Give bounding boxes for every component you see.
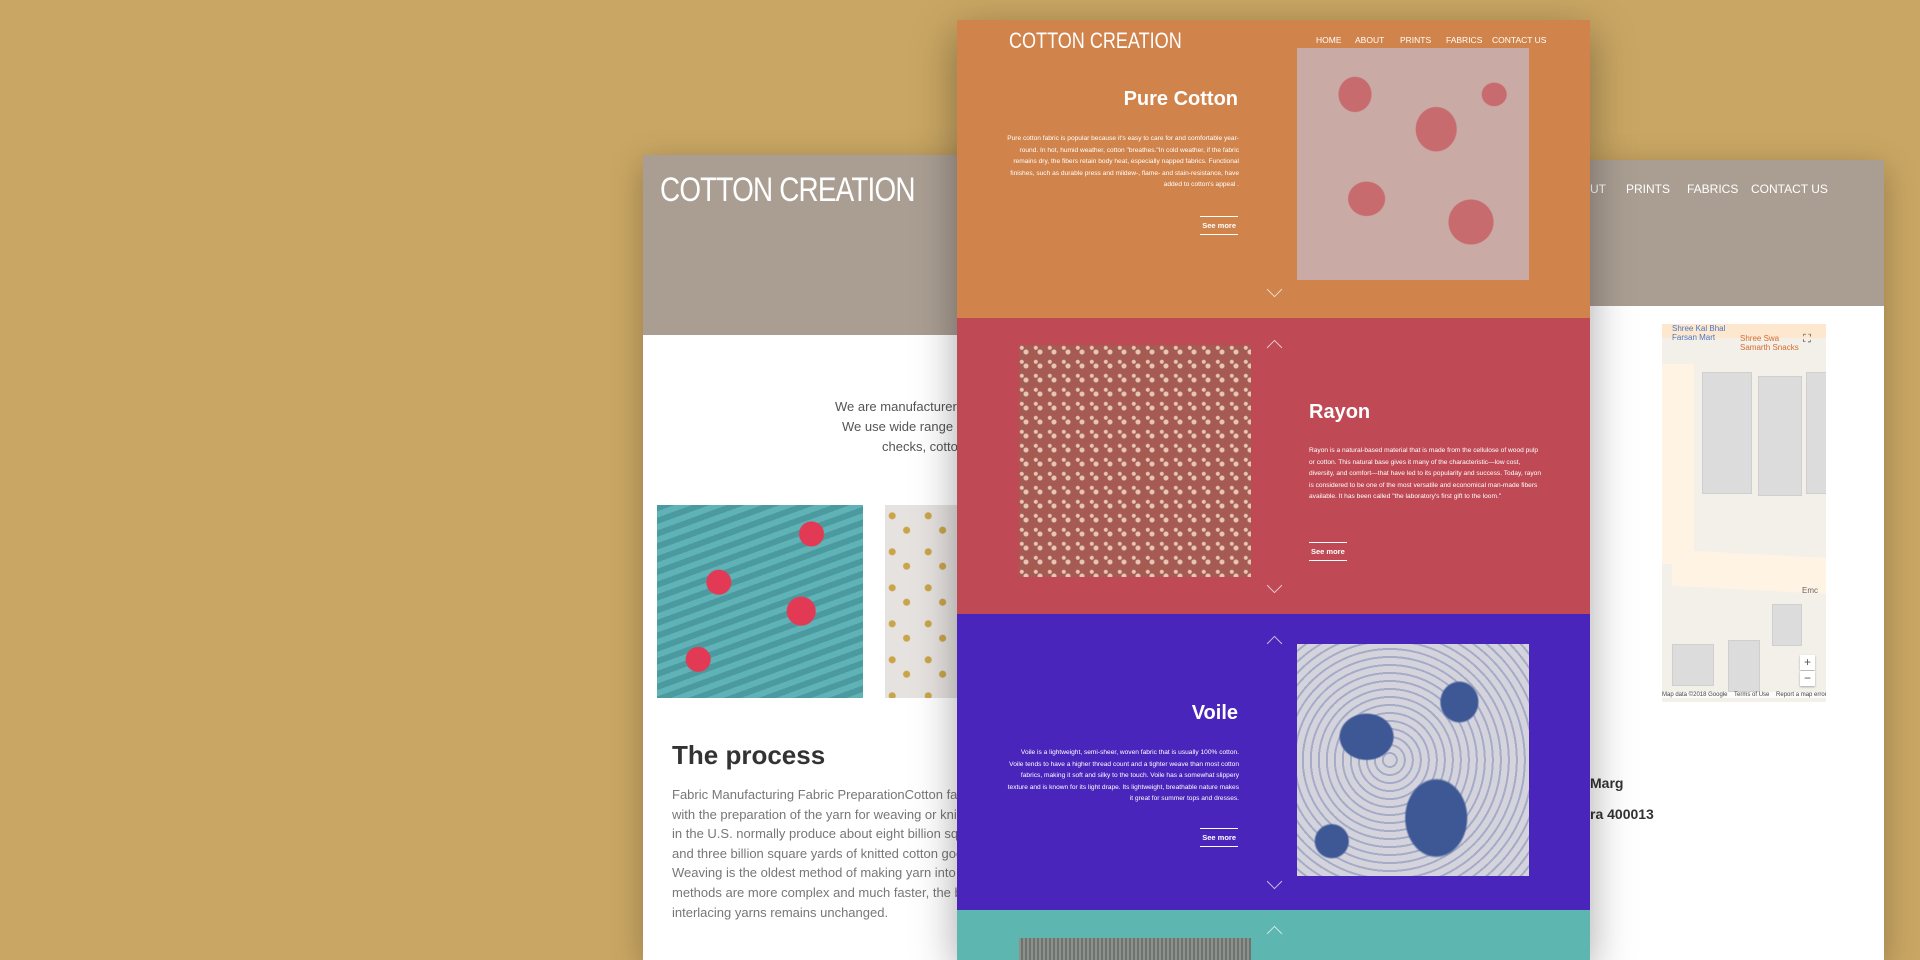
nav-home[interactable]: HOME	[1316, 35, 1342, 45]
map-building	[1758, 376, 1802, 496]
process-line: interlacing yarns remains unchanged.	[672, 904, 889, 920]
section-next-fabric	[957, 910, 1590, 960]
fabric-image-rayon[interactable]	[1019, 345, 1251, 577]
chevron-up-icon[interactable]	[1266, 635, 1283, 652]
map-building	[1702, 372, 1752, 494]
nav-contact-us[interactable]: CONTACT US	[1751, 182, 1828, 196]
map-building	[1728, 640, 1760, 692]
about-logo[interactable]: COTTON CREATION	[660, 171, 915, 210]
section-text: Rayon is a natural-based material that i…	[1309, 447, 1541, 500]
section-rayon: Rayon Rayon is a natural-based material …	[957, 318, 1590, 614]
nav-about-partial[interactable]: UT	[1590, 182, 1606, 196]
zoom-in-button[interactable]: +	[1800, 655, 1815, 670]
fabric-image-next[interactable]	[1019, 938, 1251, 960]
foreground-page-fabrics: COTTON CREATION HOME ABOUT PRINTS FABRIC…	[957, 20, 1590, 960]
map-label-farsan-mart: Shree Kal Bhal Farsan Mart	[1672, 324, 1726, 342]
map-label-emc: Emc	[1802, 586, 1818, 595]
process-line: Fabric Manufacturing Fabric PreparationC…	[672, 787, 993, 802]
process-title: The process	[672, 740, 826, 770]
map-label-samarth-snacks: Shree Swa Samarth Snacks	[1740, 334, 1799, 352]
process-line: methods are more complex and much faster…	[672, 884, 996, 900]
fabric-thumbnail-teal-print[interactable]	[657, 505, 863, 698]
map-road	[1662, 364, 1694, 564]
nav-fabrics[interactable]: FABRICS	[1687, 182, 1738, 196]
contact-header: UT PRINTS FABRICS CONTACT US	[1590, 160, 1884, 306]
zoom-out-button[interactable]: −	[1800, 671, 1815, 686]
section-text: Voile is a lightweight, semi-sheer, wove…	[1007, 749, 1239, 802]
background-page-about: COTTON CREATION We are manufacturer, w W…	[643, 155, 1003, 960]
nav-prints[interactable]: PRINTS	[1626, 182, 1670, 196]
section-pure-cotton: COTTON CREATION HOME ABOUT PRINTS FABRIC…	[957, 20, 1590, 318]
map-attribution[interactable]: Map data ©2018 Google Terms of Use Repor…	[1662, 692, 1826, 698]
process-line: in the U.S. normally produce about eight…	[672, 826, 995, 842]
process-line: Weaving is the oldest method of making y…	[672, 865, 992, 881]
chevron-down-icon[interactable]	[1266, 281, 1283, 298]
process-text: Fabric Manufacturing Fabric PreparationC…	[672, 785, 1003, 922]
map-building	[1672, 644, 1714, 686]
section-title: Pure Cotton	[1123, 88, 1238, 110]
site-logo[interactable]: COTTON CREATION	[1009, 28, 1182, 54]
map-building	[1772, 604, 1802, 646]
background-page-contact: UT PRINTS FABRICS CONTACT US Shree Kal B…	[1590, 160, 1884, 960]
fabric-image-pure-cotton[interactable]	[1297, 48, 1529, 280]
section-title: Voile	[1191, 702, 1238, 724]
chevron-down-icon[interactable]	[1266, 873, 1283, 890]
google-map[interactable]: Shree Kal Bhal Farsan Mart Shree Swa Sam…	[1662, 324, 1826, 702]
see-more-button[interactable]: See more	[1309, 542, 1347, 561]
process-line: and three billion square yards of knitte…	[672, 845, 997, 861]
address-line: ra 400013	[1590, 806, 1654, 822]
see-more-button[interactable]: See more	[1200, 828, 1238, 847]
chevron-up-icon[interactable]	[1266, 339, 1283, 356]
chevron-down-icon[interactable]	[1266, 577, 1283, 594]
nav-about[interactable]: ABOUT	[1355, 35, 1384, 45]
chevron-up-icon[interactable]	[1266, 925, 1283, 942]
section-text: Pure cotton fabric is popular because it…	[1007, 135, 1239, 188]
nav-prints[interactable]: PRINTS	[1400, 35, 1431, 45]
address-line: Marg	[1590, 775, 1624, 791]
about-header: COTTON CREATION	[643, 155, 1003, 335]
nav-contact-us[interactable]: CONTACT US	[1492, 35, 1546, 45]
section-title: Rayon	[1309, 401, 1371, 423]
fullscreen-icon[interactable]: ⛶	[1800, 332, 1814, 346]
nav-fabrics[interactable]: FABRICS	[1446, 35, 1482, 45]
fabric-image-voile[interactable]	[1297, 644, 1529, 876]
process-line: with the preparation of the yarn for wea…	[672, 806, 985, 822]
section-voile: Voile Voile is a lightweight, semi-sheer…	[957, 614, 1590, 910]
map-building	[1806, 372, 1826, 494]
see-more-button[interactable]: See more	[1200, 216, 1238, 235]
